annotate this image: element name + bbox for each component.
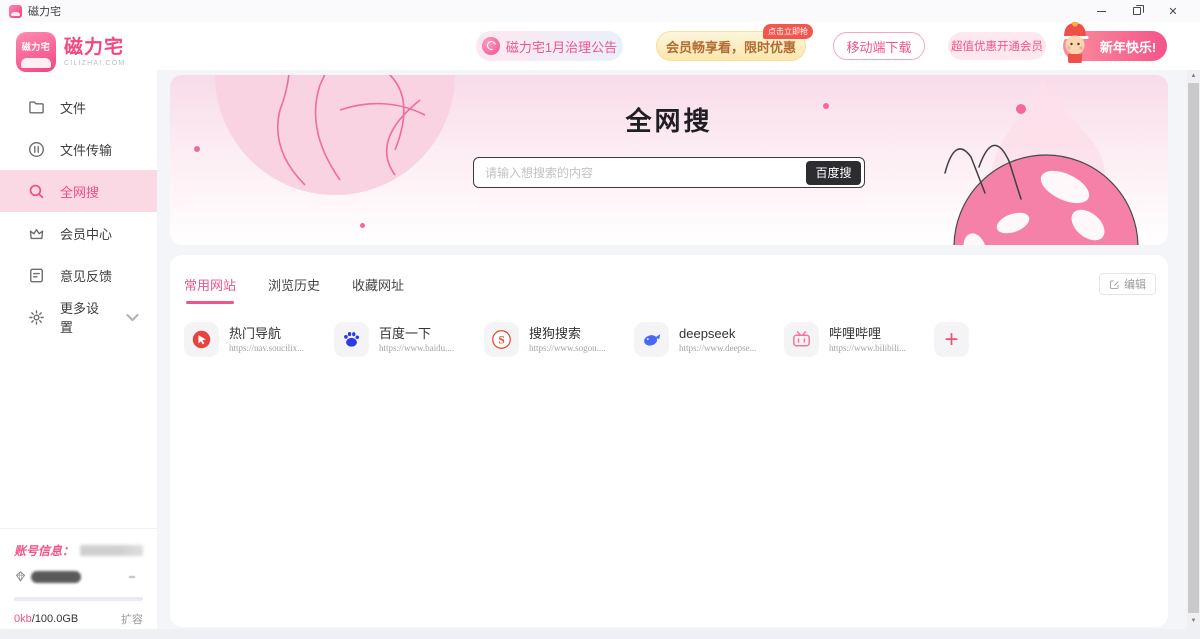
hero-banner: 全网搜 百度搜 <box>170 75 1168 245</box>
shortcut-bilibili[interactable]: 哔哩哔哩https://www.bilibili... <box>784 322 934 357</box>
edit-button[interactable]: 编辑 <box>1099 273 1156 295</box>
top-header: 磁力宅1月治理公告 会员畅享看，限时优惠 点击立即抢 移动端下载 超值优惠开通会… <box>157 22 1200 70</box>
logo: 磁力宅 磁力宅 CILIZHAI.COM <box>0 22 157 80</box>
shortcut-deepseek[interactable]: deepseekhttps://www.deepse... <box>634 322 784 357</box>
search-input[interactable] <box>485 166 806 180</box>
crown-icon <box>28 225 45 242</box>
storage-progress-bar <box>14 597 143 601</box>
account-dash <box>129 576 135 578</box>
announcement-button[interactable]: 磁力宅1月治理公告 <box>476 31 623 61</box>
dot-decoration <box>194 146 200 152</box>
account-id-blurred <box>80 545 143 556</box>
tab-bookmarks[interactable]: 收藏网址 <box>352 275 404 304</box>
sidebar: 磁力宅 磁力宅 CILIZHAI.COM 文件 文件传输 全网搜 <box>0 22 157 639</box>
account-panel: 账号信息： 0kb/100.0GB 扩容 <box>0 528 157 627</box>
tab-common-sites[interactable]: 常用网站 <box>184 275 236 304</box>
search-box: 百度搜 <box>473 157 865 188</box>
minimize-icon <box>1097 11 1106 12</box>
storage-used: 0kb <box>14 613 32 625</box>
scrollbar-thumb[interactable] <box>1188 83 1199 613</box>
gem-icon <box>14 570 27 583</box>
sidebar-item-files[interactable]: 文件 <box>0 86 157 128</box>
maximize-icon <box>1133 7 1141 15</box>
tab-bar: 常用网站 浏览历史 收藏网址 <box>170 255 1168 304</box>
vertical-scrollbar: ▲ ▼ <box>1187 70 1200 639</box>
svg-text:S: S <box>498 334 504 346</box>
maximize-button[interactable] <box>1119 1 1155 21</box>
member-level-badge-blurred <box>31 571 81 583</box>
sidebar-item-member[interactable]: 会员中心 <box>0 212 157 254</box>
main-area: 磁力宅1月治理公告 会员畅享看，限时优惠 点击立即抢 移动端下载 超值优惠开通会… <box>157 22 1200 639</box>
shortcut-hot-nav[interactable]: 热门导航https://nav.soucilix... <box>184 322 334 357</box>
shortcuts-card: 常用网站 浏览历史 收藏网址 编辑 热门导航https://nav.soucil… <box>170 255 1168 627</box>
sidebar-menu: 文件 文件传输 全网搜 会员中心 意见反馈 <box>0 86 157 338</box>
shortcut-sogou[interactable]: S 搜狗搜索https://www.sogou.... <box>484 322 634 357</box>
sidebar-item-transfer[interactable]: 文件传输 <box>0 128 157 170</box>
edit-icon <box>1109 279 1120 290</box>
storage-total: 100.0GB <box>35 613 78 625</box>
shortcut-add[interactable]: + <box>934 322 1084 357</box>
app-window: 磁力宅 ✕ 磁力宅 磁力宅 CILIZHAI.COM 文件 <box>0 0 1200 639</box>
upgrade-member-button[interactable]: 超值优惠开通会员 <box>948 32 1046 60</box>
dot-decoration <box>360 223 365 228</box>
settings-icon <box>28 309 45 326</box>
logo-icon: 磁力宅 <box>16 32 56 72</box>
sidebar-item-websearch[interactable]: 全网搜 <box>0 170 157 212</box>
add-shortcut-button[interactable]: + <box>934 322 969 357</box>
promo-badge: 点击立即抢 <box>763 24 813 39</box>
window-title: 磁力宅 <box>28 3 61 19</box>
search-icon <box>28 183 45 200</box>
app-icon <box>9 5 22 18</box>
baidu-search-button[interactable]: 百度搜 <box>806 161 861 185</box>
transfer-icon <box>28 141 45 158</box>
feedback-icon <box>28 267 45 284</box>
scroll-down-arrow[interactable]: ▼ <box>1187 615 1200 627</box>
mobile-download-button[interactable]: 移动端下载 <box>833 32 925 60</box>
scroll-up-arrow[interactable]: ▲ <box>1187 70 1200 82</box>
sidebar-item-feedback[interactable]: 意见反馈 <box>0 254 157 296</box>
logo-domain: CILIZHAI.COM <box>64 60 125 67</box>
account-info-label: 账号信息： <box>14 542 74 559</box>
chevron-down-icon <box>124 309 141 326</box>
minimize-button[interactable] <box>1083 1 1119 21</box>
close-button[interactable]: ✕ <box>1155 1 1191 21</box>
folder-icon <box>28 99 45 116</box>
mascot-icon <box>1055 22 1095 64</box>
sidebar-item-settings[interactable]: 更多设置 <box>0 296 157 338</box>
title-bar: 磁力宅 ✕ <box>0 0 1200 22</box>
megaphone-icon <box>482 37 500 55</box>
page-title: 全网搜 <box>170 101 1168 138</box>
expand-storage-button[interactable]: 扩容 <box>121 611 143 627</box>
sogou-icon: S <box>491 329 512 350</box>
tab-browse-history[interactable]: 浏览历史 <box>268 275 320 304</box>
deepseek-whale-icon <box>641 329 662 350</box>
bilibili-tv-icon <box>791 329 812 350</box>
hot-nav-icon <box>191 329 212 350</box>
logo-title: 磁力宅 <box>64 38 125 58</box>
member-promo-button[interactable]: 会员畅享看，限时优惠 点击立即抢 <box>656 31 806 61</box>
baidu-paw-icon <box>341 329 362 350</box>
shortcut-grid: 热门导航https://nav.soucilix... 百度一下https://… <box>170 322 1168 357</box>
window-bottom-edge <box>0 629 1200 639</box>
shortcut-baidu[interactable]: 百度一下https://www.baidu.... <box>334 322 484 357</box>
new-year-button[interactable]: 新年快乐! <box>1063 31 1167 61</box>
